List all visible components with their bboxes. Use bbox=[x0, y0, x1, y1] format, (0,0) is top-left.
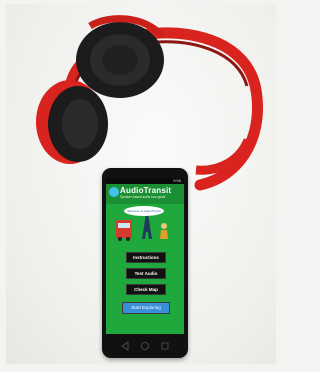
back-icon bbox=[121, 341, 129, 351]
app-header: AudioTransit Speaker-based audio tour gu… bbox=[106, 184, 184, 204]
welcome-banner: Welcome to AudioTransit bbox=[124, 206, 164, 216]
app-logo-icon bbox=[109, 187, 119, 197]
test-audio-button[interactable]: Test Audio bbox=[126, 268, 166, 279]
start-exploring-button[interactable]: Start Exploring bbox=[122, 302, 170, 314]
check-map-button[interactable]: Check Map bbox=[126, 284, 166, 295]
person-icon bbox=[161, 223, 167, 229]
eiffel-tower-icon bbox=[142, 214, 152, 239]
app-title: AudioTransit bbox=[120, 186, 172, 195]
status-time: 9:56 bbox=[173, 178, 181, 183]
smartphone: 9:56 AudioTransit Speaker-based audio to… bbox=[102, 168, 188, 358]
bus-icon bbox=[116, 220, 132, 238]
home-icon bbox=[141, 342, 149, 350]
app-subtitle: Speaker-based audio tour guide bbox=[120, 195, 166, 199]
navigation-bar bbox=[121, 341, 169, 351]
app-screen: AudioTransit Speaker-based audio tour gu… bbox=[106, 184, 184, 334]
instructions-button[interactable]: Instructions bbox=[126, 252, 166, 263]
recents-icon bbox=[161, 342, 169, 350]
